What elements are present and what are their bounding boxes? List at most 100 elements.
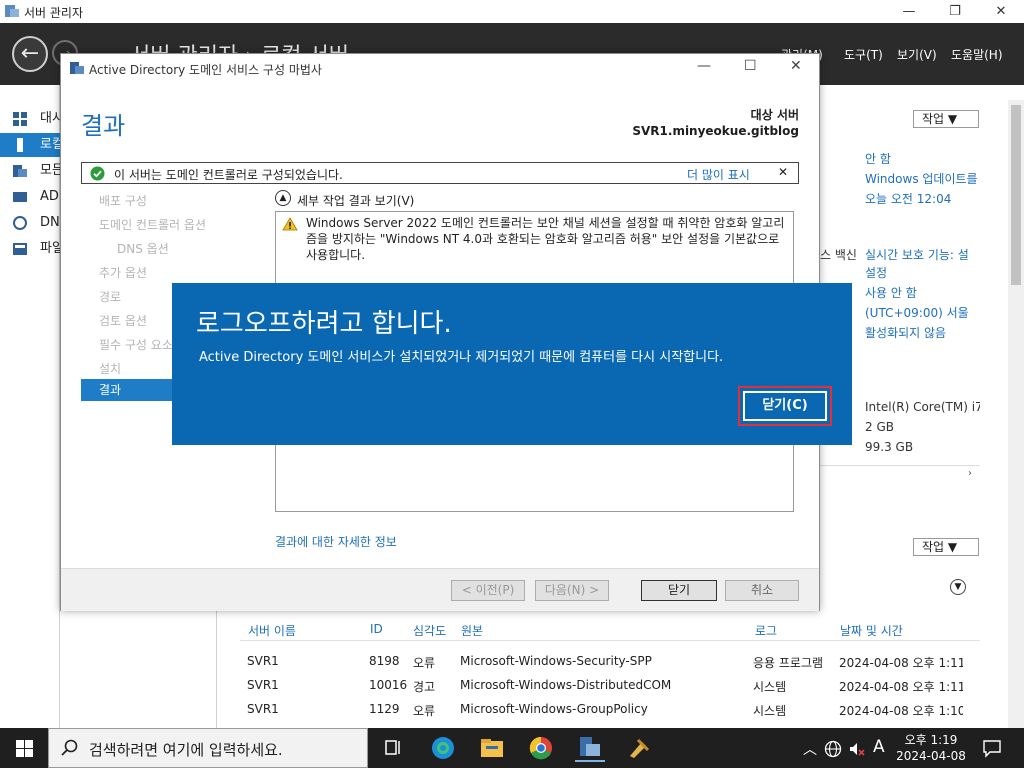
cancel-button[interactable]: 취소 [725,580,799,601]
success-check-icon [90,166,105,181]
divider [240,640,980,641]
chevron-down-icon[interactable]: ▼ [950,579,966,595]
search-icon [61,739,78,756]
cell-server: SVR1 [247,678,279,692]
chrome-icon[interactable] [526,734,556,762]
wizard-step[interactable]: 경로 [99,288,121,305]
ime-indicator[interactable]: A [873,737,885,757]
next-button[interactable]: 다음(N) > [535,580,609,601]
task-dropdown-events[interactable]: 작업 ▼ [913,538,979,556]
column-header-source[interactable]: 원본 [461,622,483,639]
target-server-name: SVR1.minyeokue.gitblog [632,124,799,138]
property-value[interactable]: 실시간 보호 기능: 설 [865,246,980,263]
scrollbar-thumb[interactable] [1011,105,1021,285]
cell-log: 시스템 [753,680,787,694]
cell-server: SVR1 [247,702,279,716]
file-explorer-icon[interactable] [477,734,507,762]
wizard-step[interactable]: 설치 [99,360,121,377]
sidebar-item-all-servers[interactable]: 모든 서버 [0,159,60,183]
dialog-message: Active Directory 도메인 서비스가 설치되었거나 제거되었기 때… [199,350,724,365]
menu-help[interactable]: 도움말(H) [951,46,1003,63]
wizard-titlebar: Active Directory 도메인 서비스 구성 마법사 — ☐ ✕ [61,54,819,82]
volume-muted-icon[interactable] [848,740,866,758]
local-server-icon [17,138,23,152]
more-info-link[interactable]: 결과에 대한 자세한 정보 [275,533,397,550]
sidebar-item-adds[interactable]: AD DS [0,185,60,209]
success-notice: 이 서버는 도메인 컨트롤러로 구성되었습니다. 더 많이 표시 ✕ [81,162,799,184]
chevron-up-icon[interactable]: ▲ [275,190,291,206]
previous-button[interactable]: < 이전(P) [451,580,525,601]
property-value[interactable]: 안 함 [865,150,891,167]
cell-datetime: 2024-04-08 오후 1:11:1 [839,656,963,670]
wizard-step[interactable]: 도메인 컨트롤러 옵션 [99,216,206,233]
dns-icon [13,216,27,230]
property-value[interactable]: 설정 [865,264,887,281]
sidebar-item-dashboard[interactable]: 대시보드 [0,107,60,131]
property-value[interactable]: Windows 업데이트를 [865,170,980,187]
property-value: 99.3 GB [865,440,914,454]
start-button[interactable] [0,728,48,768]
wizard-step[interactable]: 추가 옵션 [99,264,147,281]
cell-id: 10016 [369,678,408,692]
dashboard-icon [13,112,27,126]
scroll-right-icon[interactable]: › [968,468,972,479]
show-more-link[interactable]: 더 많이 표시 [687,166,750,183]
wizard-minimize-button[interactable]: — [697,58,711,74]
column-header-severity[interactable]: 심각도 [413,622,446,639]
sidebar-item-dns[interactable]: DNS [0,211,60,235]
task-view-icon[interactable] [378,734,408,762]
sidebar-item-file-services[interactable]: 파일 및 저장소 서비스 [0,237,60,261]
table-row[interactable]: SVR1 1129 오류 Microsoft-Windows-GroupPoli… [240,702,980,720]
server-manager-icon [5,5,19,17]
details-toggle[interactable]: 세부 작업 결과 보기(V) [297,192,414,209]
dismiss-notice-icon[interactable]: ✕ [778,165,788,179]
cell-severity: 오류 [413,704,436,718]
menu-tools[interactable]: 도구(T) [844,46,883,63]
cell-source: Microsoft-Windows-Security-SPP [460,654,652,668]
property-value[interactable]: 활성화되지 않음 [865,324,946,341]
property-value[interactable]: 사용 안 함 [865,284,917,301]
column-header-id[interactable]: ID [370,622,383,636]
vertical-scrollbar[interactable] [1008,100,1024,728]
cell-severity: 경고 [413,680,436,694]
wizard-close-dialog-button[interactable]: 닫기 [641,580,717,601]
cell-source: Microsoft-Windows-DistributedCOM [460,678,672,692]
wizard-step[interactable]: DNS 옵션 [117,240,169,257]
clock-date[interactable]: 2024-04-08 [896,749,966,763]
table-row[interactable]: SVR1 10016 경고 Microsoft-Windows-Distribu… [240,678,980,696]
task-dropdown-top[interactable]: 작업 ▼ [913,110,979,128]
all-servers-icon [13,165,27,177]
cell-severity: 오류 [413,656,436,670]
menu-view[interactable]: 보기(V) [897,46,937,63]
column-header-log[interactable]: 로그 [755,622,777,639]
back-button[interactable]: ← [12,36,48,72]
notification-icon[interactable] [982,738,1002,758]
sidebar-item-local-server[interactable]: 로컬 서버 [0,133,60,157]
warning-text: Windows Server 2022 도메인 컨트롤러는 보안 채널 세션을 … [306,216,785,262]
cell-id: 1129 [369,702,400,716]
window-title: 서버 관리자 [24,6,84,20]
edge-icon[interactable] [428,734,458,762]
clock-time[interactable]: 오후 1:19 [896,731,966,748]
wizard-step[interactable]: 배포 구성 [99,192,147,209]
property-value[interactable]: 오늘 오전 12:04 [865,190,951,207]
taskbar-search-box[interactable]: 검색하려면 여기에 입력하세요. [48,728,368,768]
wizard-step[interactable]: 검토 옵션 [99,312,147,329]
logoff-dialog: 로그오프하려고 합니다. Active Directory 도메인 서비스가 설… [172,283,852,445]
close-window-button[interactable]: ✕ [978,0,1024,23]
restore-button[interactable]: ❐ [932,0,978,23]
server-manager-taskbar-icon[interactable] [575,734,605,762]
horizontal-scrollbar[interactable]: › [820,465,980,483]
column-header-server[interactable]: 서버 이름 [248,622,296,639]
wizard-maximize-button[interactable]: ☐ [744,58,757,74]
chevron-up-tray-icon[interactable]: ︿ [803,739,817,759]
network-icon[interactable] [824,740,842,758]
property-value[interactable]: (UTC+09:00) 서울 [865,304,969,321]
wizard-icon [70,62,84,74]
adds-tools-icon[interactable] [624,734,654,762]
table-row[interactable]: SVR1 8198 오류 Microsoft-Windows-Security-… [240,654,980,672]
minimize-button[interactable]: — [886,0,932,23]
column-header-datetime[interactable]: 날짜 및 시간 [840,622,903,639]
dialog-close-button[interactable]: 닫기(C) [743,391,827,421]
wizard-close-button[interactable]: ✕ [790,58,802,74]
